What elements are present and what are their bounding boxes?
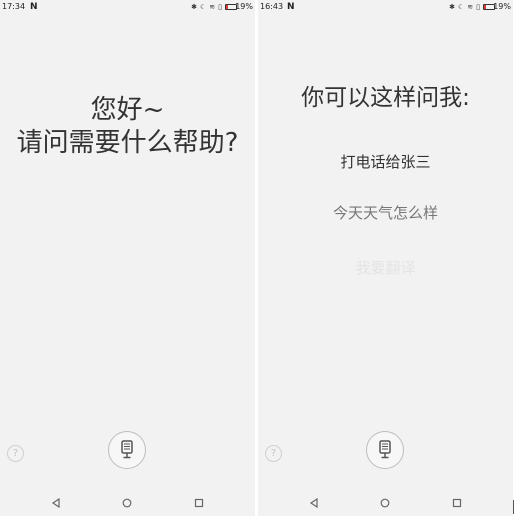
greeting-title: 您好~ — [90, 95, 165, 125]
recent-apps-icon[interactable] — [194, 498, 204, 508]
wifi-icon: ≋ — [209, 3, 216, 11]
notification-n-icon: N — [287, 2, 295, 12]
navigation-bar — [0, 494, 255, 512]
navigation-bar — [258, 494, 513, 512]
screenshot-root: 17:34 N ✱ ☾ ≋ ▯ 19% 您好~ 请问需要什么帮助? ? 16:4… — [0, 0, 516, 516]
alarm-icon: ☾ — [199, 3, 207, 11]
status-icons: ✱ ☾ ≋ ▯ — [449, 3, 495, 11]
voice-input-button[interactable] — [108, 431, 146, 469]
bluetooth-icon: ✱ — [449, 3, 455, 11]
greeting-question: 请问需要什么帮助? — [16, 128, 239, 158]
help-button[interactable]: ? — [7, 445, 24, 462]
back-icon[interactable] — [309, 498, 319, 508]
sim-icon: ▯ — [218, 3, 222, 11]
home-icon[interactable] — [122, 498, 132, 508]
hint-item-call[interactable]: 打电话给张三 — [258, 152, 513, 172]
microphone-icon — [379, 440, 391, 459]
voice-input-button[interactable] — [366, 431, 404, 469]
battery-percent: 19% — [235, 2, 253, 11]
alarm-icon: ☾ — [457, 3, 465, 11]
status-bar: 17:34 N ✱ ☾ ≋ ▯ 19% — [0, 0, 255, 14]
battery-percent: 19% — [493, 2, 511, 11]
hint-item-weather[interactable]: 今天天气怎么样 — [258, 203, 513, 223]
status-time: 17:34 — [2, 2, 26, 11]
recent-apps-icon[interactable] — [452, 498, 462, 508]
status-icons: ✱ ☾ ≋ ▯ — [191, 3, 237, 11]
edge-mark — [513, 500, 514, 514]
status-bar: 16:43 N ✱ ☾ ≋ ▯ 19% — [258, 0, 513, 14]
help-button[interactable]: ? — [265, 445, 282, 462]
hint-item-translate[interactable]: 我要翻译 — [258, 258, 513, 278]
back-icon[interactable] — [51, 498, 61, 508]
microphone-icon — [121, 440, 133, 459]
wifi-icon: ≋ — [467, 3, 474, 11]
bluetooth-icon: ✱ — [191, 3, 197, 11]
notification-n-icon: N — [30, 2, 38, 12]
hint-title: 你可以这样问我: — [301, 85, 470, 111]
assistant-hints-screen: 16:43 N ✱ ☾ ≋ ▯ 19% 你可以这样问我: 打电话给张三 今天天气… — [258, 0, 513, 516]
status-time: 16:43 — [260, 2, 284, 11]
home-icon[interactable] — [380, 498, 390, 508]
sim-icon: ▯ — [476, 3, 480, 11]
assistant-greeting-screen: 17:34 N ✱ ☾ ≋ ▯ 19% 您好~ 请问需要什么帮助? ? — [0, 0, 255, 516]
